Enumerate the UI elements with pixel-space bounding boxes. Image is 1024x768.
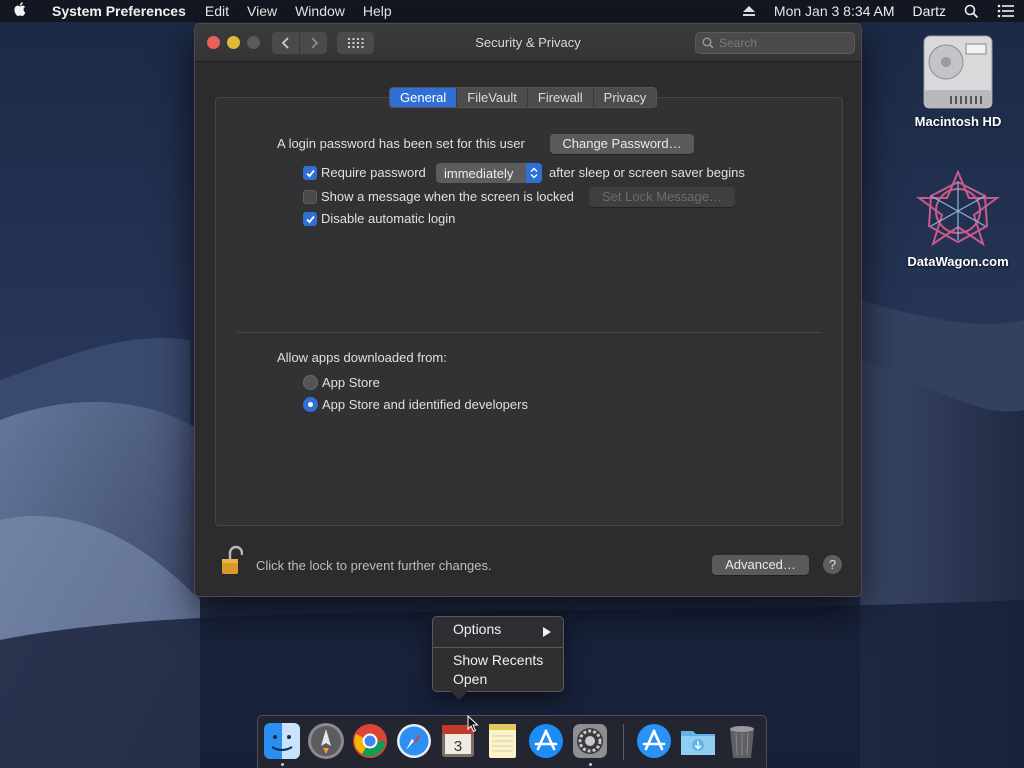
password-delay-value: immediately xyxy=(444,165,514,181)
section-divider xyxy=(237,332,821,333)
downloads-folder-icon[interactable] xyxy=(679,722,717,760)
lock-status-text: Click the lock to prevent further change… xyxy=(256,558,492,573)
show-message-label: Show a message when the screen is locked xyxy=(321,189,574,204)
change-password-button[interactable]: Change Password… xyxy=(550,134,694,154)
require-password-suffix: after sleep or screen saver begins xyxy=(549,165,745,180)
require-password-checkbox[interactable] xyxy=(303,166,317,180)
desktop-icon-datawagon[interactable]: DataWagon.com xyxy=(906,168,1010,269)
search-field[interactable] xyxy=(695,32,855,54)
tab-privacy[interactable]: Privacy xyxy=(593,88,657,107)
spotlight-icon[interactable] xyxy=(955,4,988,19)
submenu-arrow-icon xyxy=(543,625,551,640)
datawagon-logo-icon xyxy=(915,168,1001,254)
dock: 3 xyxy=(257,715,767,768)
menubar-clock[interactable]: Mon Jan 3 8:34 AM xyxy=(765,3,904,19)
show-message-checkbox[interactable] xyxy=(303,190,317,204)
menu-separator xyxy=(433,647,563,648)
trash-icon[interactable] xyxy=(723,722,761,760)
general-panel xyxy=(215,97,843,526)
notification-center-icon[interactable] xyxy=(988,4,1024,18)
menu-help[interactable]: Help xyxy=(354,3,401,19)
finder-icon[interactable] xyxy=(263,722,301,760)
tab-bar: General FileVault Firewall Privacy xyxy=(389,87,658,108)
radio-app-store-identified[interactable] xyxy=(303,397,318,412)
hard-drive-icon xyxy=(920,30,996,114)
allow-apps-label: Allow apps downloaded from: xyxy=(277,350,447,365)
tab-firewall[interactable]: Firewall xyxy=(527,88,594,107)
advanced-button[interactable]: Advanced… xyxy=(712,555,809,575)
desktop-icon-label: DataWagon.com xyxy=(907,254,1009,269)
menu-app-name[interactable]: System Preferences xyxy=(40,3,196,19)
running-indicator xyxy=(589,763,592,766)
checkmark-icon xyxy=(306,215,315,224)
safari-icon[interactable] xyxy=(395,722,433,760)
menu-view[interactable]: View xyxy=(238,3,286,19)
tab-filevault[interactable]: FileVault xyxy=(457,88,528,107)
desktop-icon-label: Macintosh HD xyxy=(914,114,1002,129)
menu-window[interactable]: Window xyxy=(286,3,354,19)
launchpad-icon[interactable] xyxy=(307,722,345,760)
menu-item-show-recents[interactable]: Show Recents xyxy=(453,652,543,668)
dock-context-menu: Options Show Recents Open xyxy=(432,616,564,692)
password-delay-select[interactable]: immediately xyxy=(436,163,542,183)
desktop-icon-macintosh-hd[interactable]: Macintosh HD xyxy=(908,30,1008,129)
login-password-text: A login password has been set for this u… xyxy=(277,136,525,151)
app-store-icon[interactable] xyxy=(527,722,565,760)
dock-separator xyxy=(623,724,624,760)
menu-item-open[interactable]: Open xyxy=(453,671,487,687)
app-store-downloads-icon[interactable] xyxy=(635,722,673,760)
updown-chevron-icon xyxy=(526,163,542,183)
help-button[interactable]: ? xyxy=(823,555,842,574)
security-privacy-window: Security & Privacy General FileVault Fir… xyxy=(194,23,862,597)
require-password-label: Require password xyxy=(321,165,426,180)
lock-icon[interactable] xyxy=(221,545,244,577)
tab-general[interactable]: General xyxy=(390,88,458,107)
menu-edit[interactable]: Edit xyxy=(196,3,238,19)
disable-autologin-checkbox[interactable] xyxy=(303,212,317,226)
apple-menu-icon[interactable] xyxy=(0,1,40,21)
chrome-icon[interactable] xyxy=(351,722,389,760)
title-bar[interactable]: Security & Privacy xyxy=(195,24,861,62)
checkmark-icon xyxy=(306,169,315,178)
search-input[interactable] xyxy=(719,36,849,50)
running-indicator xyxy=(281,763,284,766)
context-menu-pointer xyxy=(450,691,468,700)
notes-icon[interactable] xyxy=(483,722,521,760)
set-lock-message-button[interactable]: Set Lock Message… xyxy=(589,187,735,207)
disable-autologin-label: Disable automatic login xyxy=(321,211,456,226)
radio-app-store-label: App Store xyxy=(322,375,380,390)
search-icon xyxy=(702,37,714,49)
radio-app-store[interactable] xyxy=(303,375,318,390)
menubar-user[interactable]: Dartz xyxy=(904,3,955,19)
mouse-cursor xyxy=(467,714,479,736)
menu-bar: System Preferences Edit View Window Help… xyxy=(0,0,1024,22)
svg-text:3: 3 xyxy=(454,738,462,755)
eject-icon[interactable] xyxy=(733,5,765,17)
system-preferences-icon[interactable] xyxy=(571,722,609,760)
menu-item-options[interactable]: Options xyxy=(453,621,501,637)
radio-app-store-identified-label: App Store and identified developers xyxy=(322,397,528,412)
